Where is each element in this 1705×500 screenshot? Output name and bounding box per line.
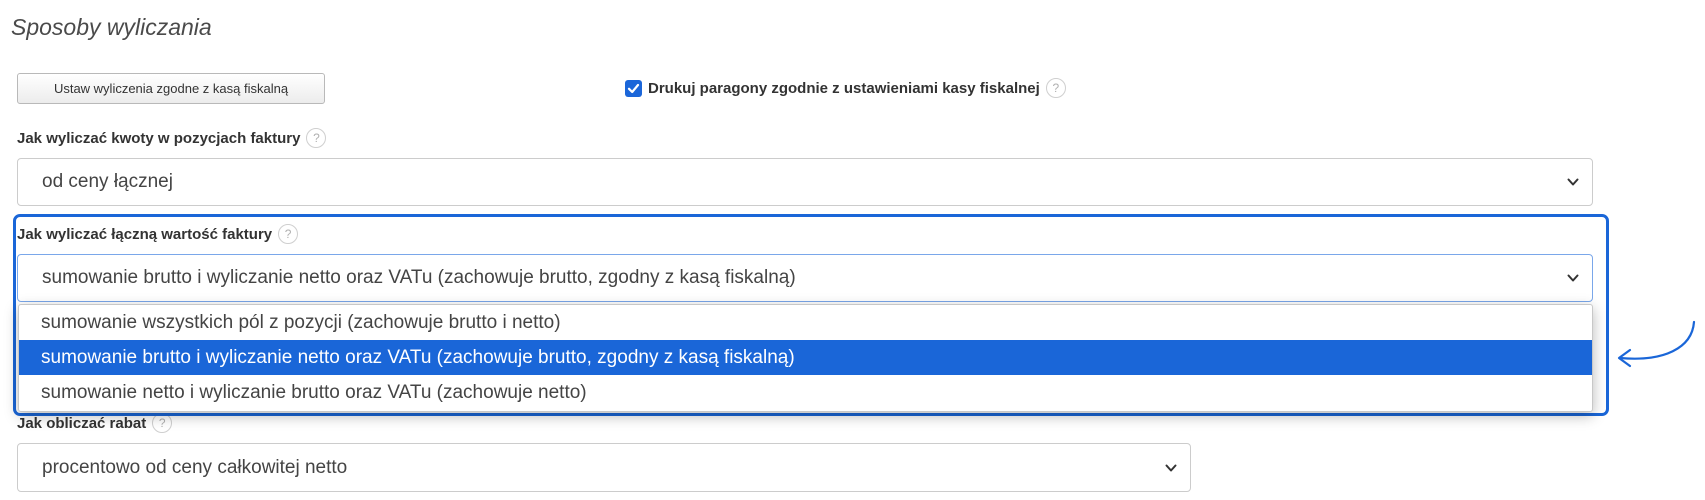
dropdown-option[interactable]: sumowanie netto i wyliczanie brutto oraz… [19,375,1592,410]
help-circle-icon[interactable]: ? [278,224,299,244]
print-receipts-label: Drukuj paragony zgodnie z ustawieniami k… [648,79,1040,97]
total-value-label-row: Jak wyliczać łączną wartość faktury ? [17,224,299,244]
total-value-select[interactable]: sumowanie brutto i wyliczanie netto oraz… [17,254,1593,302]
total-value-value: sumowanie brutto i wyliczanie netto oraz… [42,267,796,288]
help-circle-icon[interactable]: ? [306,128,327,148]
settings-page: Sposoby wyliczania Ustaw wyliczenia zgod… [0,0,1705,500]
chevron-down-icon [1567,178,1579,186]
print-receipts-option[interactable]: Drukuj paragony zgodnie z ustawieniami k… [625,78,1066,98]
discount-select[interactable]: procentowo od ceny całkowitej netto [17,443,1191,492]
checkmark-icon [627,83,640,93]
item-amounts-value: od ceny łącznej [42,171,173,192]
chevron-down-icon [1567,274,1579,282]
help-circle-icon[interactable]: ? [152,413,173,433]
total-value-dropdown: sumowanie wszystkich pól z pozycji (zach… [18,304,1593,412]
chevron-down-icon [1165,464,1177,471]
help-circle-icon[interactable]: ? [1045,78,1066,98]
curved-arrow-icon [1617,320,1696,368]
dropdown-option[interactable]: sumowanie wszystkich pól z pozycji (zach… [19,305,1592,340]
item-amounts-label-row: Jak wyliczać kwoty w pozycjach faktury ? [17,128,327,148]
discount-label: Jak obliczać rabat [17,414,147,432]
set-fiscal-calculations-button[interactable]: Ustaw wyliczenia zgodne z kasą fiskalną [17,73,325,104]
item-amounts-select[interactable]: od ceny łącznej [17,158,1593,206]
section-title: Sposoby wyliczania [11,14,212,40]
discount-label-row: Jak obliczać rabat ? [17,413,173,433]
item-amounts-label: Jak wyliczać kwoty w pozycjach faktury [17,129,301,147]
total-value-label: Jak wyliczać łączną wartość faktury [17,225,273,243]
dropdown-option-selected[interactable]: sumowanie brutto i wyliczanie netto oraz… [19,340,1592,375]
print-receipts-checkbox[interactable] [625,79,642,97]
discount-value: procentowo od ceny całkowitej netto [42,456,348,478]
